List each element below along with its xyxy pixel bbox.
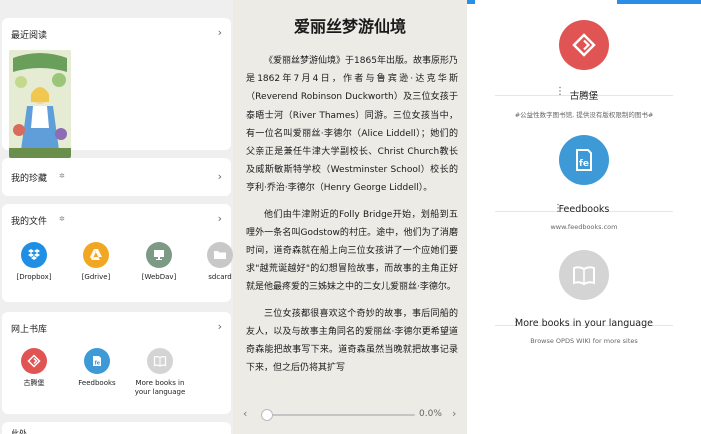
library-more-books[interactable]: More books in your language xyxy=(130,348,190,397)
app-root: 最近阅读 › 我的珍藏 ✲ › 我的文件 ✲ › [Dropbox] [Gdri… xyxy=(0,0,701,434)
chevron-right-icon[interactable]: › xyxy=(218,320,222,333)
gear-icon[interactable]: ✲ xyxy=(59,172,65,180)
open-book-icon[interactable] xyxy=(559,250,609,300)
file-source-webdav[interactable]: [WebDav] xyxy=(133,242,185,281)
dropbox-icon xyxy=(21,242,47,268)
book-paragraph: 三位女孩都很喜欢这个奇妙的故事，事后同船的友人，以及与故事主角同名的爱丽丝·李德… xyxy=(246,308,458,374)
library-label: More books in your language xyxy=(134,379,186,396)
source-name[interactable]: 古腾堡 xyxy=(467,88,701,102)
top-accent-bar xyxy=(467,0,475,4)
library-panel: 最近阅读 › 我的珍藏 ✲ › 我的文件 ✲ › [Dropbox] [Gdri… xyxy=(0,0,233,434)
gear-icon[interactable]: ✲ xyxy=(59,215,65,223)
book-paragraph: 他们由牛津附近的Folly Bridge开始，划船到五哩外一条名叫Godstow… xyxy=(246,209,458,293)
book-cover-art xyxy=(9,50,71,158)
file-source-gdrive[interactable]: [Gdrive] xyxy=(70,242,122,281)
source-name[interactable]: Feedbooks xyxy=(467,204,701,215)
my-collection-title: 我的珍藏 xyxy=(11,174,48,184)
recent-reading-title: 最近阅读 xyxy=(11,31,48,41)
feedbooks-logo-icon[interactable]: fe xyxy=(559,135,609,185)
progress-percent: 0.0% xyxy=(419,409,442,419)
library-feedbooks[interactable]: fe Feedbooks xyxy=(67,348,127,388)
library-label: 古腾堡 xyxy=(23,379,45,387)
file-source-label: [Gdrive] xyxy=(81,273,111,281)
open-book-icon xyxy=(147,348,173,374)
reader-panel: 爱丽丝梦游仙境 《爱丽丝梦游仙境》于1865年出版。故事原形乃是1862年7月4… xyxy=(233,0,467,434)
file-source-label: [Dropbox] xyxy=(16,273,52,281)
library-label: Feedbooks xyxy=(78,379,116,387)
feedbooks-logo-icon: fe xyxy=(84,348,110,374)
svg-text:fe: fe xyxy=(579,159,589,169)
chevron-right-icon[interactable]: › xyxy=(218,212,222,225)
source-description: Browse OPDS WIKI for more sites xyxy=(530,337,638,345)
online-library-card: 网上书库 › 古腾堡 fe Feedbooks More books in yo… xyxy=(2,312,231,414)
source-description: www.feedbooks.com xyxy=(550,223,618,231)
online-sources-panel: ⋮ 古腾堡 #公益性数字图书馆, 提供没有版权限制的图书# fe ⋮ Feedb… xyxy=(467,0,701,434)
gutenberg-logo-icon[interactable] xyxy=(559,20,609,70)
chevron-right-icon[interactable]: › xyxy=(218,26,222,39)
gdrive-icon xyxy=(83,242,109,268)
book-cover-alice[interactable] xyxy=(9,50,71,158)
reader-progress-bar: ‹ 0.0% › xyxy=(233,400,467,434)
next-section-card: 此处 xyxy=(2,422,231,434)
top-strip xyxy=(0,0,233,14)
top-accent-bar xyxy=(617,0,701,4)
book-paragraph: 《爱丽丝梦游仙境》于1865年出版。故事原形乃是1862年7月4日，作者与鲁宾逊… xyxy=(246,56,458,194)
folder-icon xyxy=(207,242,233,268)
my-files-title: 我的文件 xyxy=(11,217,48,227)
online-library-title: 网上书库 xyxy=(11,325,48,335)
next-section-title: 此处 xyxy=(11,429,27,434)
library-gutenberg[interactable]: 古腾堡 xyxy=(4,348,64,388)
svg-text:fe: fe xyxy=(95,361,101,367)
book-text: 《爱丽丝梦游仙境》于1865年出版。故事原形乃是1862年7月4日，作者与鲁宾逊… xyxy=(246,52,458,385)
gutenberg-logo-icon xyxy=(21,348,47,374)
file-source-dropbox[interactable]: [Dropbox] xyxy=(8,242,60,281)
chevron-left-icon[interactable]: ‹ xyxy=(243,407,247,420)
chevron-right-icon[interactable]: › xyxy=(218,170,222,183)
progress-track[interactable] xyxy=(265,414,415,416)
chevron-right-icon[interactable]: › xyxy=(452,407,456,420)
recent-reading-card[interactable]: 最近阅读 › xyxy=(2,18,231,158)
source-name[interactable]: More books in your language xyxy=(467,318,701,329)
monitor-icon xyxy=(146,242,172,268)
source-description: #公益性数字图书馆, 提供没有版权限制的图书# xyxy=(514,111,654,119)
my-files-card: 我的文件 ✲ › [Dropbox] [Gdrive] [WebDav] sdc… xyxy=(2,204,233,302)
my-collection-card[interactable]: 我的珍藏 ✲ › xyxy=(2,158,231,196)
file-source-label: [WebDav] xyxy=(141,273,177,281)
progress-thumb[interactable] xyxy=(261,409,273,421)
book-title: 爱丽丝梦游仙境 xyxy=(293,17,406,36)
